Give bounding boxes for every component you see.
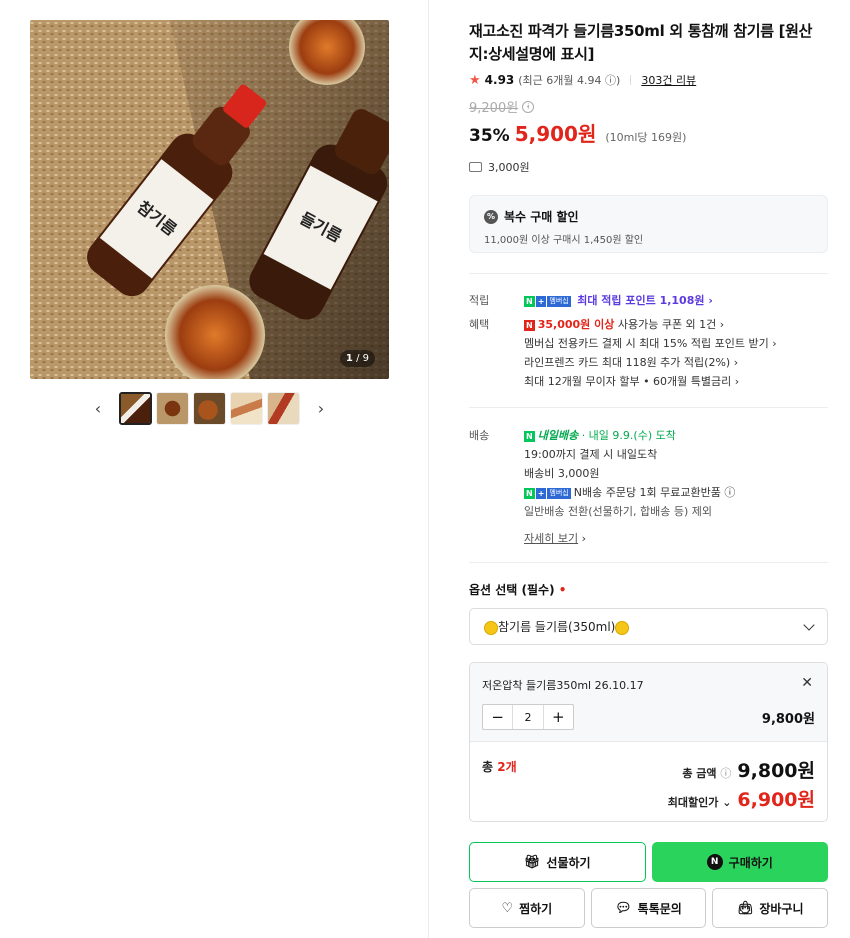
card-benefit-link[interactable]: 라인프렌즈 카드 최대 118원 추가 적립(2%) ›: [524, 353, 828, 372]
divider: [469, 562, 828, 563]
card-benefit-link[interactable]: 멤버십 전용카드 결제 시 최대 15% 적립 포인트 받기 ›: [524, 334, 828, 353]
original-price-row: 9,200원 i: [469, 97, 828, 116]
thumbnail[interactable]: [193, 392, 226, 425]
exchange-info: N + 멤버십 N배송 주문당 1회 무료교환반품 ⓘ: [524, 486, 736, 499]
unit-price: (10ml당 169원): [605, 131, 687, 144]
total-amount-label: 총 금액 ⓘ: [682, 767, 732, 780]
secondary-actions: ♡ 찜하기 💬︎ 톡톡문의 👜︎ 장바구니: [469, 888, 829, 928]
bag-icon: 👜︎: [736, 900, 754, 916]
image-counter: 1 / 9: [339, 350, 375, 367]
percent-icon: %: [484, 209, 498, 224]
n-coupon-icon: N: [524, 319, 535, 331]
thumbnail[interactable]: [156, 392, 189, 425]
chevron-down-icon: [803, 618, 815, 631]
shipping-fee: 3,000원: [488, 161, 530, 174]
multi-purchase-discount: % 복수 구매 할인 11,000원 이상 구매시 1,450원 할인: [469, 195, 828, 253]
installment-link[interactable]: 최대 12개월 무이자 할부 • 60개월 특별금리 ›: [524, 372, 828, 391]
rating-score: 4.93: [484, 73, 515, 87]
talk-inquiry-button[interactable]: 💬︎ 톡톡문의: [590, 888, 707, 928]
rating-recent: (최근 6개월 4.94 ⓘ): [518, 74, 621, 87]
max-points-link[interactable]: 최대 적립 포인트 1,108원 ›: [577, 294, 713, 307]
truck-icon: [469, 162, 482, 172]
decrease-button[interactable]: −: [483, 705, 512, 729]
thumbnail[interactable]: [230, 392, 263, 425]
price-row: 35% 5,900원 (10ml당 169원): [469, 118, 828, 147]
delivery-type: 내일배송: [537, 429, 579, 442]
coin-icon: [484, 620, 498, 635]
gift-button[interactable]: 🎁︎ 선물하기: [469, 842, 646, 882]
buy-button[interactable]: N 구매하기: [651, 842, 828, 882]
info-icon[interactable]: ⓘ: [720, 767, 731, 780]
increase-button[interactable]: +: [544, 705, 573, 729]
naver-membership-badge: N + 멤버십: [524, 295, 571, 307]
product-info-panel: 재고소진 파격가 들기름350ml 외 통참깨 참기름 [원산지:상세설명에 표…: [469, 20, 829, 928]
wishlist-button[interactable]: ♡ 찜하기: [469, 888, 585, 928]
delivery-n-icon: N: [524, 430, 535, 442]
quantity-stepper: − 2 +: [482, 704, 574, 730]
shipping-fee-row: 3,000원: [469, 159, 828, 175]
delivery-fee: 배송비 3,000원: [524, 467, 600, 480]
delivery-row: 배송 N 내일배송 · 내일 9.9.(수) 도착 19:00까지 결제 시 내일…: [469, 426, 828, 548]
naver-pay-icon: N: [706, 854, 723, 870]
prev-image-button[interactable]: ‹: [89, 399, 107, 418]
star-icon: ★: [469, 72, 481, 88]
main-product-image[interactable]: 참기름 들기름 1 / 9: [30, 20, 389, 379]
original-price: 9,200원: [469, 101, 519, 116]
column-divider: [428, 0, 429, 938]
chevron-down-icon: ⌄: [722, 796, 732, 809]
coin-icon: [615, 620, 630, 635]
option-label: 옵션 선택 (필수) •: [469, 583, 567, 597]
coupon-link[interactable]: N 35,000원 이상 사용가능 쿠폰 외 1건 ›: [524, 315, 828, 334]
benefit-row: 혜택 N 35,000원 이상 사용가능 쿠폰 외 1건 › 멤버십 전용카드 결…: [469, 315, 828, 391]
delivery-cutoff: 19:00까지 결제 시 내일도착: [524, 448, 658, 461]
thumbnail[interactable]: [267, 392, 300, 425]
rating-row: ★ 4.93 (최근 6개월 4.94 ⓘ) 303건 리뷰: [469, 72, 828, 88]
option-price: 9,800원: [761, 712, 815, 727]
total-summary: 총 2개 총 금액 ⓘ 9,800원 최대할인가 ⌄ 6,900원: [470, 741, 827, 821]
multi-discount-title: 복수 구매 할인: [504, 210, 579, 224]
heart-icon: ♡: [501, 900, 514, 916]
info-icon[interactable]: i: [522, 100, 535, 113]
cart-button[interactable]: 👜︎ 장바구니: [712, 888, 829, 928]
review-count-link[interactable]: 303건 리뷰: [641, 72, 696, 88]
delivery-exception: 일반배송 전환(선물하기, 합배송 등) 제외: [524, 505, 712, 518]
close-icon[interactable]: ✕: [801, 675, 813, 691]
separator: [630, 75, 632, 85]
quantity-input[interactable]: 2: [512, 705, 544, 729]
gift-icon: 🎁︎: [523, 854, 541, 870]
discount-rate: 35%: [469, 126, 510, 146]
next-image-button[interactable]: ›: [312, 399, 330, 418]
info-icon[interactable]: ⓘ: [605, 74, 616, 87]
thumbnail-strip: ‹ ›: [30, 392, 389, 425]
delivery-detail-link[interactable]: 자세히 보기 ›: [524, 529, 828, 548]
max-discount-price: 6,900원: [737, 789, 815, 811]
sale-price: 5,900원: [514, 122, 597, 146]
multi-discount-desc: 11,000원 이상 구매시 1,450원 할인: [484, 235, 644, 246]
selected-option-box: 저온압착 들기름350ml 26.10.17 ✕ − 2 + 9,800원 총 …: [469, 662, 828, 822]
selected-option-name: 저온압착 들기름350ml 26.10.17: [482, 679, 644, 692]
chat-icon: 💬︎: [615, 900, 632, 916]
thumbnail[interactable]: [119, 392, 152, 425]
product-title: 재고소진 파격가 들기름350ml 외 통참깨 참기름 [원산지:상세설명에 표…: [469, 22, 813, 63]
arrival-date: · 내일 9.9.(수) 도착: [581, 429, 676, 442]
info-icon[interactable]: ⓘ: [724, 486, 735, 499]
max-discount-toggle[interactable]: 최대할인가 ⌄: [668, 794, 732, 810]
naver-membership-badge: N + 멤버십: [524, 487, 571, 499]
primary-actions: 🎁︎ 선물하기 N 구매하기: [469, 842, 828, 882]
product-gallery: 참기름 들기름 1 / 9 ‹ ›: [30, 20, 389, 425]
total-amount: 9,800원: [737, 760, 815, 782]
reward-row: 적립 N + 멤버십 최대 적립 포인트 1,108원 ›: [469, 294, 713, 307]
option-select[interactable]: 참기름 들기름(350ml): [469, 608, 828, 645]
